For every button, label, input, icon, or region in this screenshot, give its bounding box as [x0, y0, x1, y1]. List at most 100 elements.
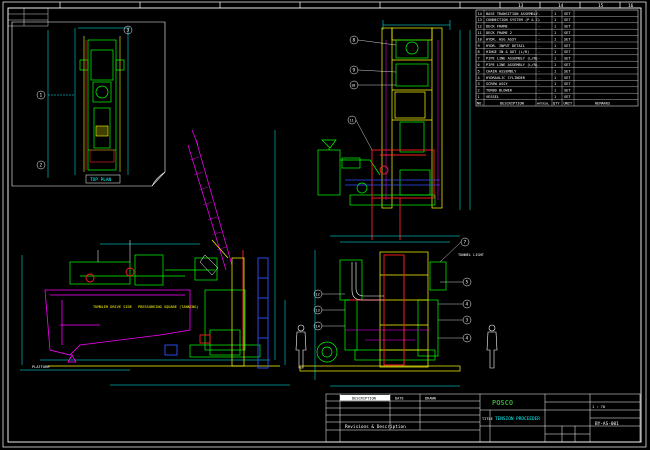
parts-cell: - — [538, 82, 540, 86]
mid-callout: 9 — [349, 65, 359, 75]
left-red-parts — [85, 250, 244, 350]
incline-conveyor — [187, 129, 233, 271]
mid-tower-frame — [381, 27, 443, 209]
column-number: 15 — [598, 3, 604, 9]
svg-text:3: 3 — [127, 28, 130, 34]
parts-cell: VESSEL — [486, 95, 499, 99]
parts-cell: SET — [564, 50, 571, 54]
parts-cell: 3 — [478, 82, 480, 86]
svg-text:9: 9 — [353, 68, 356, 74]
parts-cell: 6 — [478, 63, 480, 67]
left-base-label: PLATFORM — [32, 365, 50, 369]
mid-callout: 10 — [349, 80, 359, 90]
doc-number: BY-AS-001 — [595, 421, 619, 427]
svg-text:14: 14 — [316, 324, 320, 328]
right-pipe — [351, 262, 384, 301]
parts-cell: CHAIN ASSEMBLY — [486, 69, 517, 73]
left-view: TUMBLER DRIVE SIDE PRESSUREING SQUARE (T… — [20, 129, 307, 386]
top-view-callout: 3 — [123, 25, 133, 35]
parts-cell: 1 — [554, 18, 556, 22]
parts-cell: 1 — [554, 69, 556, 73]
date-header: DATE — [395, 397, 404, 401]
column-number: 14 — [558, 3, 564, 9]
panel-border — [11, 21, 166, 187]
legend-table — [7, 7, 49, 27]
mid-callout: 11 — [347, 115, 357, 125]
svg-text:5: 5 — [466, 280, 469, 286]
right-view: 7 5 4 3 4 12 13 14 TUNNEL LIGHT — [299, 235, 498, 387]
logo-text: POSCO — [492, 399, 513, 407]
drawing-frame — [2, 1, 647, 448]
cad-drawing-canvas: 13 14 15 16 1 2 3 TOP PLAN 8 9 10 11 7 5… — [2, 1, 647, 448]
parts-cell: 1 — [554, 76, 556, 80]
parts-cell: - — [538, 69, 540, 73]
top-view-equipment — [79, 39, 125, 171]
svg-text:1: 1 — [40, 93, 43, 99]
header-unit: UNIT — [564, 102, 573, 106]
drawn-header: DRAWN — [425, 397, 436, 401]
parts-cell: - — [538, 37, 540, 41]
parts-cell: 14 — [478, 12, 482, 16]
revision-label: Revisions & Description — [345, 424, 406, 430]
right-callout: 5 — [462, 277, 472, 287]
svg-text:8: 8 — [353, 38, 356, 44]
scale: 1 : 70 — [592, 405, 605, 409]
parts-cell: - — [538, 95, 540, 99]
parts-cell: SET — [564, 63, 571, 67]
title-block: DESCRIPTION DATE DRAWN DESCRIPTION Revis… — [325, 393, 641, 443]
parts-cell: - — [538, 31, 540, 35]
parts-list: 14 BASE TRANSITION ASSEMBLY -1 SET13 CONNECT… — [475, 9, 639, 107]
parts-cell: - — [538, 18, 540, 22]
svg-text:11: 11 — [350, 118, 354, 122]
parts-cell: - — [538, 12, 540, 16]
parts-cell: SET — [564, 18, 571, 22]
mid-view: 8 9 10 11 — [317, 20, 471, 240]
parts-cell: SET — [564, 76, 571, 80]
header-remarks: REMARKS — [595, 102, 610, 106]
parts-cell: - — [538, 50, 540, 54]
parts-cell: 4 — [478, 76, 480, 80]
parts-cell: SET — [564, 37, 571, 41]
human-figure — [486, 324, 498, 369]
tank-body — [44, 289, 191, 363]
parts-cell: 5 — [478, 69, 480, 73]
svg-text:7: 7 — [464, 240, 467, 246]
parts-cell: - — [538, 44, 540, 48]
mid-callout: 8 — [349, 35, 359, 45]
parts-cell: SET — [564, 57, 571, 61]
svg-text:4: 4 — [466, 336, 469, 342]
left-label-b: PRESSUREING SQUARE (TANKING) — [138, 305, 199, 309]
svg-text:10: 10 — [351, 83, 355, 87]
title-label: TITLE — [482, 417, 493, 421]
parts-cell: - — [538, 76, 540, 80]
right-callout: 7 — [460, 237, 470, 247]
parts-cell: DECK FRAME — [486, 25, 508, 29]
svg-text:4: 4 — [466, 302, 469, 308]
parts-cell: DECK FRAME 2 — [486, 31, 512, 35]
parts-cell: 1 — [554, 82, 556, 86]
incline-rungs — [189, 156, 227, 251]
parts-cell: 11 — [478, 31, 482, 35]
parts-cell: HYDR. HSG ASSY — [486, 37, 517, 41]
header-description: DESCRIPTION — [500, 102, 524, 106]
top-view-structure — [83, 36, 121, 172]
left-blue-ladder — [164, 257, 269, 369]
top-view-callout: 2 — [36, 160, 46, 170]
parts-rows: 14 BASE TRANSITION ASSEMBLY -1 SET13 CONNECT… — [478, 12, 572, 99]
header-material: MATERIAL — [537, 102, 550, 106]
parts-cell: 1 — [478, 95, 480, 99]
parts-cell: - — [538, 25, 540, 29]
parts-cell: 10 — [478, 37, 482, 41]
project-title: TENSION PROCEEDER — [495, 416, 540, 422]
parts-cell: SET — [564, 89, 571, 93]
right-callout: 14 — [313, 321, 323, 331]
parts-cell: HYDR. INPUT DETAIL — [486, 44, 525, 48]
parts-cell: 2 — [478, 89, 480, 93]
parts-header: NO. DESCRIPTION MATERIAL QTY UNIT REMARK… — [477, 102, 610, 106]
right-callout: 3 — [462, 315, 472, 325]
parts-cell: 7 — [478, 57, 480, 61]
right-magenta — [345, 329, 430, 341]
parts-cell: PIPE LINE ASSEMBLY (L/R) — [486, 57, 538, 61]
parts-cell: 1 — [554, 89, 556, 93]
header-no: NO. — [477, 102, 484, 106]
